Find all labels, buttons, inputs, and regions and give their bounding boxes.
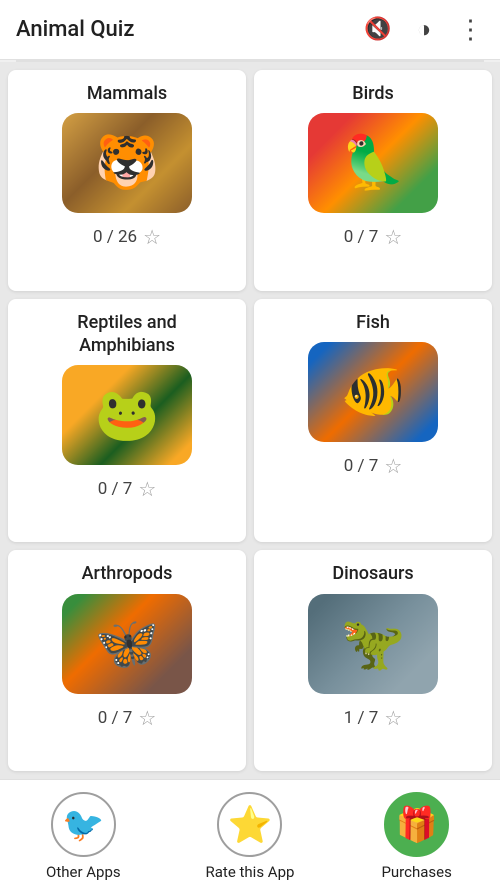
reptiles-emoji: 🐸	[95, 389, 160, 441]
other-apps-nav[interactable]: 🐦 Other Apps	[13, 792, 153, 881]
purchases-label: Purchases	[381, 863, 451, 881]
rate-app-nav[interactable]: ⭐ Rate this App	[180, 792, 320, 881]
mammals-star-icon: ☆	[143, 225, 161, 249]
mammals-card[interactable]: Mammals 🐯 0 / 26 ☆	[8, 70, 246, 291]
arthropods-emoji: 🦋	[95, 618, 160, 670]
dinosaurs-card[interactable]: Dinosaurs 🦖 1 / 7 ☆	[254, 550, 492, 771]
dinosaurs-emoji: 🦖	[341, 618, 406, 670]
rate-app-icon-circle: ⭐	[217, 792, 282, 857]
reptiles-score: 0 / 7 ☆	[98, 477, 157, 501]
fish-title: Fish	[356, 311, 390, 334]
birds-card[interactable]: Birds 🦜 0 / 7 ☆	[254, 70, 492, 291]
brightness-icon[interactable]: ◑	[410, 16, 438, 44]
fish-emoji: 🐠	[341, 366, 406, 418]
mammals-image: 🐯	[62, 113, 192, 213]
dinosaurs-title: Dinosaurs	[332, 562, 413, 585]
gift-icon: 🎁	[395, 805, 437, 845]
dinosaurs-star-icon: ☆	[384, 706, 402, 730]
arthropods-title: Arthropods	[82, 562, 173, 585]
mammals-title: Mammals	[87, 82, 167, 105]
reptiles-title: Reptiles and Amphibians	[77, 311, 177, 358]
fish-card[interactable]: Fish 🐠 0 / 7 ☆	[254, 299, 492, 543]
app-title: Animal Quiz	[16, 17, 364, 42]
other-apps-label: Other Apps	[46, 863, 121, 881]
other-apps-icon-circle: 🐦	[51, 792, 116, 857]
dinosaurs-score: 1 / 7 ☆	[344, 706, 403, 730]
more-options-icon[interactable]: ⋮	[456, 16, 484, 44]
bottom-navigation: 🐦 Other Apps ⭐ Rate this App 🎁 Purchases	[0, 779, 500, 889]
header-actions: 🔇 ◑ ⋮	[364, 16, 484, 44]
reptiles-image: 🐸	[62, 365, 192, 465]
arthropods-card[interactable]: Arthropods 🦋 0 / 7 ☆	[8, 550, 246, 771]
categories-grid: Mammals 🐯 0 / 26 ☆ Birds 🦜 0 / 7 ☆ Repti…	[0, 62, 500, 779]
birds-emoji: 🦜	[341, 137, 406, 189]
fish-image: 🐠	[308, 342, 438, 442]
birds-image: 🦜	[308, 113, 438, 213]
arthropods-image: 🦋	[62, 594, 192, 694]
rate-app-label: Rate this App	[206, 863, 295, 881]
arthropods-star-icon: ☆	[138, 706, 156, 730]
reptiles-card[interactable]: Reptiles and Amphibians 🐸 0 / 7 ☆	[8, 299, 246, 543]
dinosaurs-image: 🦖	[308, 594, 438, 694]
mute-icon[interactable]: 🔇	[364, 16, 392, 44]
fish-score: 0 / 7 ☆	[344, 454, 403, 478]
birds-title: Birds	[352, 82, 394, 105]
birds-score: 0 / 7 ☆	[344, 225, 403, 249]
rate-star-icon: ⭐	[228, 804, 273, 846]
birds-star-icon: ☆	[384, 225, 402, 249]
reptiles-star-icon: ☆	[138, 477, 156, 501]
arthropods-score: 0 / 7 ☆	[98, 706, 157, 730]
purchases-nav[interactable]: 🎁 Purchases	[347, 792, 487, 881]
mammals-score: 0 / 26 ☆	[93, 225, 161, 249]
bird-icon: 🐦	[62, 805, 104, 845]
mammals-emoji: 🐯	[95, 137, 160, 189]
purchases-icon-circle: 🎁	[384, 792, 449, 857]
fish-star-icon: ☆	[384, 454, 402, 478]
app-header: Animal Quiz 🔇 ◑ ⋮	[0, 0, 500, 60]
